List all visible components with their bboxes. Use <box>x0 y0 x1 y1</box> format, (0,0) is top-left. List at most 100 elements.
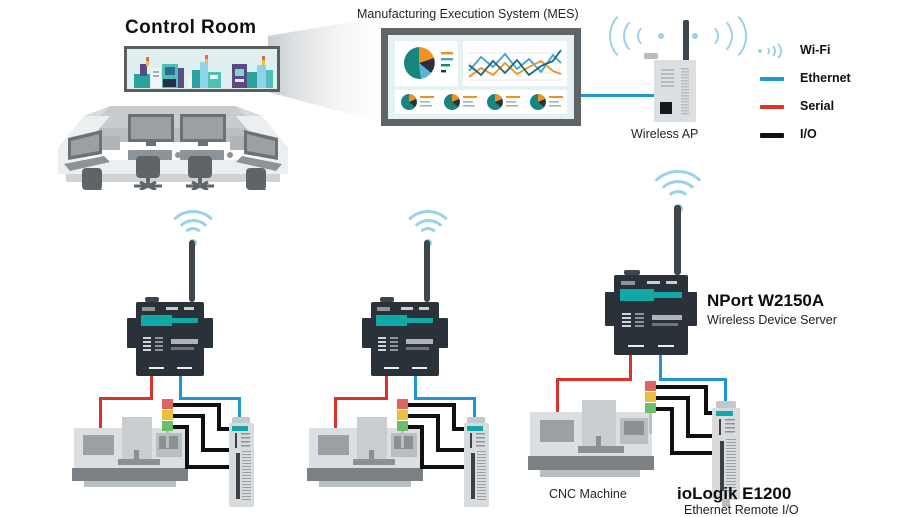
station-2-nport-accent <box>376 315 407 326</box>
ap-mount-tab <box>644 53 658 59</box>
station-1-iologik-terminal-ticks <box>242 451 251 501</box>
station-2-nport-brand-sub <box>406 347 429 350</box>
legend-label-wifi: Wi-Fi <box>800 43 831 57</box>
station-1-iologik-accent <box>232 426 248 431</box>
station-1-antenna <box>189 240 195 302</box>
station-2-io-wire-1-a <box>408 403 456 407</box>
station-2-cnc-screen <box>318 435 349 455</box>
station-3-stack-light-yellow <box>645 392 656 402</box>
station-3-iologik-accent <box>716 411 733 416</box>
mes-monitor <box>381 28 581 126</box>
station-2-cnc-foot <box>319 481 411 487</box>
ap-vent <box>661 77 674 79</box>
station-1-cnc-screen <box>83 435 114 455</box>
station-1-nport-brand <box>171 339 198 344</box>
station-3-nport-top-mark <box>647 281 660 284</box>
station-2-antenna <box>424 240 430 302</box>
station-2-cnc-bed <box>353 459 395 465</box>
station-3-cnc-tool <box>596 436 601 446</box>
legend-io-swatch <box>760 133 784 138</box>
station-1-nport-band-line <box>172 318 198 323</box>
station-1-stack-light-green <box>162 421 173 431</box>
station-3-iologik-label-line <box>719 419 721 435</box>
station-3-stack-light-red <box>645 381 656 391</box>
ap-vent <box>661 73 674 75</box>
station-3-serial-port <box>628 345 644 347</box>
station-2-iologik-terminal-ticks <box>477 451 486 501</box>
station-1-eth-run <box>179 397 241 400</box>
ap-vent <box>661 69 674 71</box>
station-2-serial-port <box>384 367 399 369</box>
station-1-io-wire-2-b <box>201 414 205 452</box>
station-2-cnc-base <box>307 468 423 481</box>
station-3-io-wire-2-a <box>656 396 690 400</box>
station-2-nport-band-line <box>407 318 433 323</box>
station-2-stack-light-yellow <box>397 410 408 420</box>
ap-vent <box>661 81 674 83</box>
ap-ethernet-jack <box>660 102 672 114</box>
station-3-io-wire-1-a <box>656 385 708 389</box>
station-2-eth-run <box>414 397 476 400</box>
station-2-iologik-accent <box>467 426 483 431</box>
station-3-nport-top-mark2 <box>666 281 677 284</box>
station-3-ethernet-port <box>658 345 674 347</box>
station-1-stack-light-red <box>162 399 173 409</box>
station-2-nport-led-block <box>378 337 386 352</box>
station-3-nport-accent <box>620 289 654 301</box>
station-1-stack-light-pole <box>166 428 169 448</box>
wireless-ap-label: Wireless AP <box>631 127 699 141</box>
station-2-nport-device[interactable] <box>371 302 439 376</box>
station-3-nport-band-line <box>654 292 682 298</box>
link-mes-to-ap <box>581 94 654 97</box>
legend-label-io: I/O <box>800 127 817 141</box>
station-2-io-wire-2-b <box>436 414 440 452</box>
station-2-nport-top-leds <box>377 307 390 311</box>
station-3-cnc-base <box>528 456 654 470</box>
station-3-stack-light-green <box>645 403 656 413</box>
station-2-ethernet-port <box>412 367 427 369</box>
station-1-nport-device[interactable] <box>136 302 204 376</box>
station-2-iologik-label-line <box>470 433 472 448</box>
station-1-nport-led-block2 <box>155 337 163 352</box>
mes-title: Manufacturing Execution System (MES) <box>357 7 579 21</box>
station-1-iologik-label-line <box>235 433 237 448</box>
station-1-ethernet-port <box>177 367 192 369</box>
station-1-nport-brand-sub <box>171 347 194 350</box>
station-1-serial-run <box>99 397 153 400</box>
station-3-antenna <box>674 205 681 275</box>
iologik-subtitle: Ethernet Remote I/O <box>684 503 799 517</box>
station-3-nport-brand-sub <box>652 323 678 326</box>
station-3-io-wire-2-b <box>686 396 690 438</box>
control-room-wall-screen <box>124 46 280 92</box>
station-3-nport-device[interactable] <box>614 275 688 355</box>
station-3-iologik-label-block <box>725 419 735 435</box>
wireless-ap-device <box>654 60 696 122</box>
station-1-io-wire-1-a <box>173 403 221 407</box>
station-2-io-wire-3-b <box>420 425 424 469</box>
station-3-nport-led-block2 <box>635 313 644 329</box>
station-1-cnc-bed <box>118 459 160 465</box>
legend-serial-swatch <box>760 105 784 109</box>
station-3-cnc-panel-screen <box>624 421 644 435</box>
station-1-nport-top-mark <box>166 307 178 310</box>
station-3-cnc-bed <box>578 446 624 453</box>
station-2-nport-top-mark2 <box>419 307 429 310</box>
ap-side-grille <box>681 68 689 116</box>
station-3-nport-led-block <box>622 313 631 329</box>
station-1-cnc-base <box>72 468 188 481</box>
station-1-iologik-device[interactable] <box>229 423 254 507</box>
control-room-title: Control Room <box>125 17 257 38</box>
station-2-nport-led-block2 <box>390 337 398 352</box>
station-1-iologik-terminal-strip <box>236 453 240 499</box>
control-room-desk <box>58 106 288 190</box>
station-1-stack-light-yellow <box>162 410 173 420</box>
station-2-iologik-label-block <box>476 433 485 448</box>
mes-pie-card <box>395 41 458 86</box>
station-2-iologik-device[interactable] <box>464 423 489 507</box>
station-2-nport-top-mark <box>401 307 413 310</box>
station-3-nport-top-leds <box>621 281 635 285</box>
iologik-title: ioLogik E1200 <box>677 484 792 503</box>
station-1-nport-led-block <box>143 337 151 352</box>
mes-line-card <box>463 41 567 86</box>
network-diagram: Control Room Manufacturing Execution Sys… <box>0 0 917 517</box>
